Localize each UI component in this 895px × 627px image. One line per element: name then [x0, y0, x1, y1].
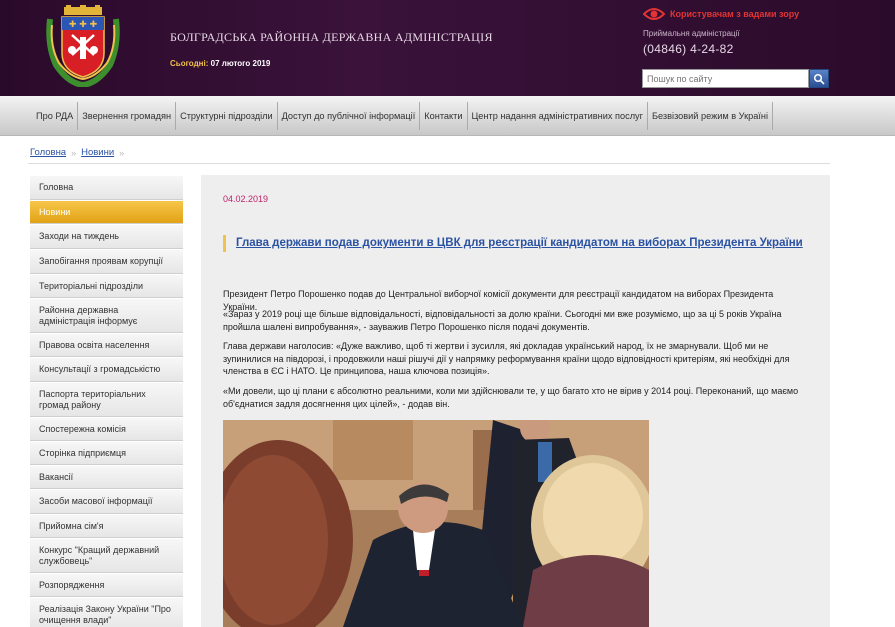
today-date: Сьогодні: 07 лютого 2019: [170, 59, 270, 68]
divider: [28, 163, 830, 164]
today-value: 07 лютого 2019: [210, 59, 271, 68]
sidebar-item-home[interactable]: Головна: [30, 175, 183, 200]
sidebar-item-orders[interactable]: Розпорядження: [30, 573, 183, 597]
article-date: 04.02.2019: [223, 194, 269, 204]
search-input[interactable]: [642, 69, 809, 88]
vision-impaired-link[interactable]: Користувачам з вадами зору: [643, 7, 799, 21]
sidebar-item-rda-informs[interactable]: Районна державна адміністрація інформує: [30, 298, 183, 333]
article-paragraph: «Зараз у 2019 році ще більше відповідаль…: [223, 309, 782, 332]
sidebar-item-community-passports[interactable]: Паспорта територіальних громад району: [30, 382, 183, 417]
sidebar-item-best-civil-servant[interactable]: Конкурс "Кращий державний службовець": [30, 538, 183, 573]
today-label: Сьогодні:: [170, 59, 209, 68]
nav-item-departments[interactable]: Структурні підрозділи: [176, 102, 278, 130]
site-title[interactable]: БОЛГРАДСЬКА РАЙОННА ДЕРЖАВНА АДМІНІСТРАЦ…: [170, 30, 493, 45]
breadcrumb: Головна » Новини »: [30, 147, 124, 158]
sidebar-item-vacancies[interactable]: Вакансії: [30, 465, 183, 489]
breadcrumb-current[interactable]: Новини: [81, 147, 114, 158]
breadcrumb-separator: »: [119, 147, 125, 158]
eye-icon: [643, 8, 665, 20]
article-content: 04.02.2019 Глава держави подав документи…: [201, 175, 830, 627]
sidebar-item-territorial-units[interactable]: Територіальні підрозділи: [30, 274, 183, 298]
sidebar-item-anti-corruption[interactable]: Запобігання проявам корупції: [30, 249, 183, 274]
nav-item-about[interactable]: Про РДА: [32, 102, 79, 130]
sidebar-item-public-consultations[interactable]: Консультації з громадськістю: [30, 357, 183, 382]
nav-item-visa-free[interactable]: Безвізовий режим в Україні: [648, 102, 774, 130]
svg-text:✚ ✚ ✚: ✚ ✚ ✚: [69, 20, 98, 30]
nav-item-public-info[interactable]: Доступ до публічної інформації: [278, 102, 421, 130]
nav-item-admin-services[interactable]: Центр надання адміністративних послуг: [468, 102, 648, 130]
nav-item-appeals[interactable]: Звернення громадян: [78, 102, 177, 130]
sidebar-item-supervisory-commission[interactable]: Спостережна комісія: [30, 417, 183, 441]
sidebar-item-weekly-events[interactable]: Заходи на тиждень: [30, 224, 183, 249]
reception-label: Приймальня адміністрації: [643, 29, 740, 38]
coat-of-arms-logo[interactable]: ✚ ✚ ✚: [42, 5, 124, 87]
article-paragraph: Глава держави наголосив: «Дуже важливо, …: [223, 341, 790, 376]
reception-phone: (04846) 4-24-82: [643, 42, 734, 56]
sidebar-item-foster-family[interactable]: Прийомна сім'я: [30, 514, 183, 538]
main-nav: Про РДА Звернення громадян Структурні пі…: [0, 96, 895, 136]
sidebar-item-news[interactable]: Новини: [30, 200, 183, 224]
article-photo: [223, 420, 649, 627]
sidebar-menu: Головна Новини Заходи на тиждень Запобіг…: [30, 175, 183, 627]
breadcrumb-separator: »: [71, 147, 77, 158]
sidebar-item-lustration-law[interactable]: Реалізація Закону України "Про очищення …: [30, 597, 183, 627]
breadcrumb-home[interactable]: Головна: [30, 147, 66, 158]
sidebar-item-mass-media[interactable]: Засоби масової інформації: [30, 489, 183, 514]
vision-link-label[interactable]: Користувачам з вадами зору: [670, 9, 799, 19]
sidebar-item-legal-education[interactable]: Правова освіта населення: [30, 333, 183, 357]
article-title-link[interactable]: Глава держави подав документи в ЦВК для …: [236, 237, 803, 249]
article-title-block: Глава держави подав документи в ЦВК для …: [223, 235, 803, 252]
site-search: [642, 69, 829, 88]
sidebar-item-entrepreneur[interactable]: Сторінка підприємця: [30, 441, 183, 465]
site-header: ✚ ✚ ✚ БОЛГРАДСЬКА РАЙОННА ДЕРЖАВНА АДМІН…: [0, 0, 895, 96]
search-icon: [813, 73, 825, 85]
search-button[interactable]: [809, 69, 829, 88]
article-paragraph: «Ми довели, що ці плани є абсолютно реал…: [223, 386, 799, 409]
nav-item-contacts[interactable]: Контакти: [420, 102, 468, 130]
